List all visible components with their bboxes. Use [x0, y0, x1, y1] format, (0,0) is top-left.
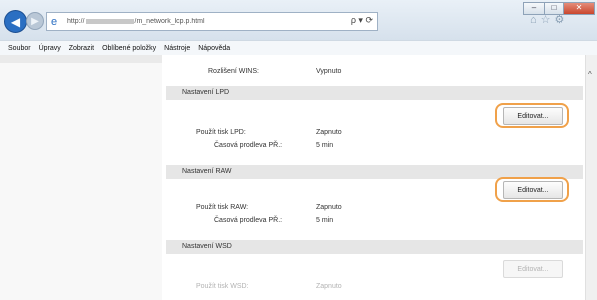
lpd-edit-button[interactable]: Editovat... [503, 107, 563, 125]
close-button[interactable]: ✕ [563, 2, 595, 15]
left-pane [0, 55, 162, 300]
raw-use-label: Použít tisk RAW: [196, 204, 249, 211]
lpd-use-label: Použít tisk LPD: [196, 129, 246, 136]
menu-file[interactable]: Soubor [8, 45, 31, 52]
wsd-use-label: Použít tisk WSD: [196, 283, 249, 290]
menu-help[interactable]: Nápověda [198, 45, 230, 52]
wsd-use-value: Zapnuto [316, 283, 342, 290]
raw-edit-button[interactable]: Editovat... [503, 181, 563, 199]
menu-view[interactable]: Zobrazit [69, 45, 94, 52]
raw-timeout-value: 5 min [316, 217, 334, 224]
wins-label: Rozlišení WINS: [208, 68, 259, 75]
page-content: Rozlišení WINS: Vypnuto Nastavení LPD Ed… [0, 55, 597, 300]
redacted-host [85, 18, 134, 24]
menu-tools[interactable]: Nástroje [164, 45, 190, 52]
ie-icon: e [51, 15, 58, 28]
back-button[interactable]: ◀ [4, 10, 27, 33]
forward-button[interactable]: ▶ [26, 12, 44, 30]
browser-window: ◀ ▶ e http:///m_network_lcp.p.html ρ ▾ ⟳… [0, 0, 597, 300]
lpd-use-value: Zapnuto [316, 129, 342, 136]
gear-icon[interactable]: ⚙ [555, 14, 569, 26]
menu-edit[interactable]: Úpravy [39, 45, 61, 52]
lpd-timeout-value: 5 min [316, 142, 334, 149]
window-controls: – □ ✕ [523, 2, 595, 15]
lpd-timeout-label: Časová prodleva PŘ.: [214, 142, 283, 149]
raw-use-value: Zapnuto [316, 204, 342, 211]
raw-timeout-label: Časová prodleva PŘ.: [214, 217, 283, 224]
wsd-edit-button[interactable]: Editovat... [503, 260, 563, 278]
wins-value: Vypnuto [316, 68, 342, 75]
home-icon[interactable]: ⌂ [530, 14, 541, 26]
menu-bar: Soubor Úpravy Zobrazit Oblíbené položky … [0, 40, 597, 56]
star-icon[interactable]: ☆ [541, 14, 555, 26]
settings-panel: Rozlišení WINS: Vypnuto Nastavení LPD Ed… [166, 55, 583, 300]
minimize-button[interactable]: – [523, 2, 545, 15]
menu-favorites[interactable]: Oblíbené položky [102, 45, 156, 52]
scroll-up-icon[interactable]: ^ [588, 70, 592, 79]
arrow-left-icon: ◀ [10, 14, 21, 29]
arrow-right-icon: ▶ [31, 15, 39, 27]
vertical-scrollbar[interactable]: ^ [585, 55, 597, 300]
address-url: http:///m_network_lcp.p.html [67, 18, 205, 25]
lpd-header: Nastavení LPD [166, 86, 583, 100]
address-bar[interactable]: e http:///m_network_lcp.p.html ρ ▾ ⟳ [46, 12, 378, 31]
maximize-button[interactable]: □ [544, 2, 564, 15]
title-bar: ◀ ▶ e http:///m_network_lcp.p.html ρ ▾ ⟳… [0, 0, 597, 40]
wsd-header: Nastavení WSD [166, 240, 583, 254]
address-tools[interactable]: ρ ▾ ⟳ [351, 15, 373, 26]
